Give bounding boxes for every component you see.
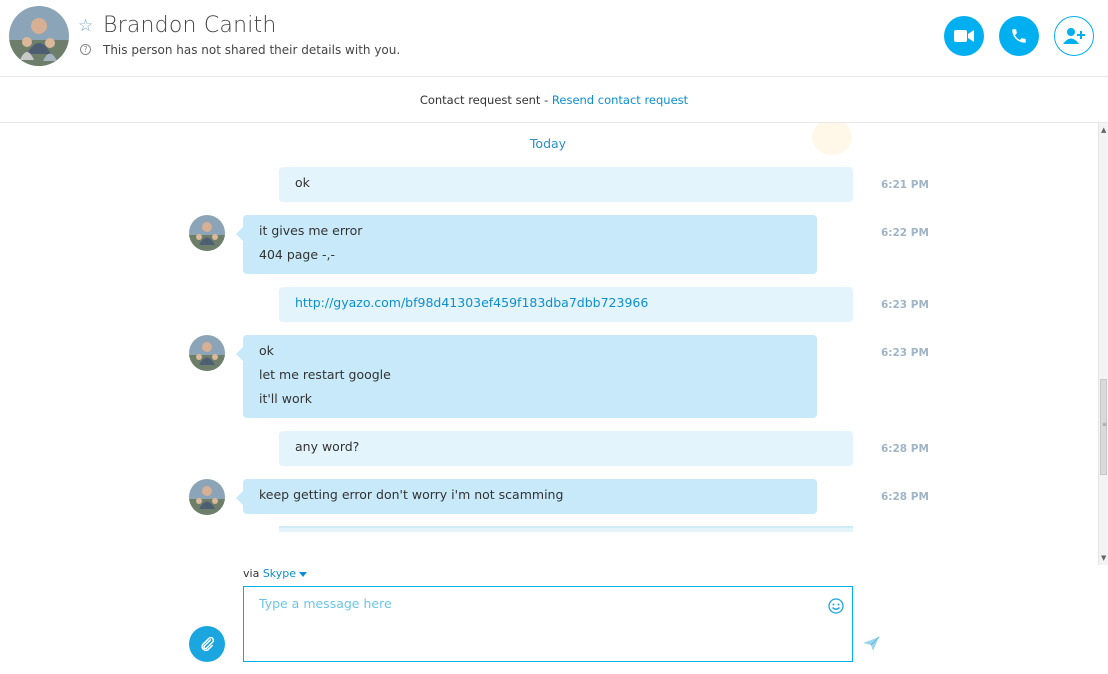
- message-text: it gives me error: [259, 223, 363, 238]
- message-input[interactable]: [244, 587, 804, 619]
- contact-request-status: Contact request sent -: [419, 93, 552, 107]
- message-text: let me restart google: [259, 367, 391, 382]
- scrollbar-thumb[interactable]: ≡: [1100, 379, 1107, 475]
- add-contact-icon: [1063, 28, 1085, 44]
- contact-details-notice: This person has not shared their details…: [103, 43, 401, 57]
- scroll-down-arrow-icon[interactable]: ▼: [1101, 554, 1106, 562]
- paperclip-icon: [201, 636, 215, 652]
- message-link[interactable]: http://gyazo.com/bf98d41303ef459f183dba7…: [295, 291, 837, 315]
- contact-avatar[interactable]: [9, 6, 69, 66]
- faded-emoticon: [812, 123, 852, 155]
- message-timestamp: 6:23 PM: [881, 299, 929, 311]
- sender-avatar[interactable]: [189, 215, 225, 251]
- outgoing-message[interactable]: ok: [279, 167, 853, 202]
- sender-avatar[interactable]: [189, 479, 225, 515]
- message-timestamp: 6:23 PM: [881, 347, 929, 359]
- incoming-message[interactable]: keep getting error don't worry i'm not s…: [236, 479, 817, 514]
- phone-icon: [1012, 29, 1026, 43]
- attach-file-button[interactable]: [189, 626, 225, 662]
- message-timestamp: 6:22 PM: [881, 227, 929, 239]
- video-call-icon: [954, 30, 974, 42]
- scrollbar-grip-icon: ≡: [1102, 421, 1108, 428]
- message-text: 404 page -,-: [259, 247, 336, 262]
- message-text: any word?: [295, 439, 360, 454]
- favorite-star-icon[interactable]: ☆: [78, 16, 93, 36]
- chat-history[interactable]: Today ok 6:21 PM it gives me error 404 p…: [0, 123, 1098, 565]
- message-text: keep getting error don't worry i'm not s…: [259, 487, 564, 502]
- audio-call-button[interactable]: [999, 16, 1039, 56]
- message-timestamp: 6:28 PM: [881, 443, 929, 455]
- messaging-service-selector[interactable]: via Skype: [243, 567, 308, 580]
- message-composer: [243, 586, 853, 662]
- date-separator: Today: [529, 136, 567, 151]
- sender-avatar[interactable]: [189, 335, 225, 371]
- via-service[interactable]: Skype: [263, 567, 296, 580]
- incoming-message[interactable]: it gives me error 404 page -,-: [236, 215, 817, 274]
- send-message-icon[interactable]: [862, 636, 880, 652]
- chat-scrollbar[interactable]: ▲ ≡ ▼: [1098, 123, 1108, 565]
- contact-name: Brandon Canith: [103, 13, 277, 38]
- conversation-header: ☆ Brandon Canith ? This person has not s…: [0, 0, 1108, 77]
- contact-request-bar: Contact request sent - Resend contact re…: [0, 77, 1108, 123]
- message-timestamp: 6:28 PM: [881, 491, 929, 503]
- partially-visible-message: [279, 526, 853, 532]
- message-text: ok: [295, 175, 310, 190]
- message-text: it'll work: [259, 391, 312, 406]
- emoticon-picker-icon[interactable]: [828, 598, 844, 614]
- chevron-down-icon[interactable]: [299, 571, 308, 577]
- incoming-message[interactable]: ok let me restart google it'll work: [236, 335, 817, 418]
- resend-contact-request-link[interactable]: Resend contact request: [552, 93, 688, 107]
- add-people-button[interactable]: [1054, 16, 1094, 56]
- outgoing-message[interactable]: any word?: [279, 431, 853, 466]
- scroll-up-arrow-icon[interactable]: ▲: [1101, 126, 1106, 134]
- message-text: ok: [259, 343, 274, 358]
- via-label: via: [243, 567, 260, 580]
- help-icon: ?: [80, 44, 91, 55]
- video-call-button[interactable]: [944, 16, 984, 56]
- message-timestamp: 6:21 PM: [881, 179, 929, 191]
- outgoing-message[interactable]: http://gyazo.com/bf98d41303ef459f183dba7…: [279, 287, 853, 322]
